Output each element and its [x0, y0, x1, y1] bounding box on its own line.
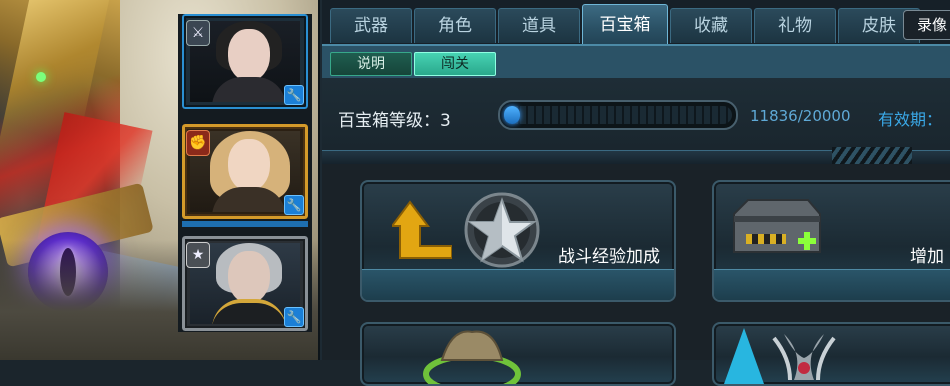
card-label: 战斗经验加成 [558, 247, 660, 267]
outfit [212, 299, 286, 324]
fist-emblem-icon: ✊ [186, 130, 210, 156]
treasure-exp-text: 11836/20000 [750, 107, 851, 125]
outfit [212, 77, 286, 102]
card-label: 增加 [910, 247, 944, 267]
validity-label: 有效期： [878, 110, 943, 129]
sub-tab-bar: 说明 闯关 [322, 44, 950, 78]
supply-sack-icon [423, 330, 521, 384]
tab-gifts[interactable]: 礼物 [754, 8, 836, 43]
tab-characters[interactable]: 角色 [414, 8, 496, 43]
tab-collection[interactable]: 收藏 [670, 8, 752, 43]
reward-card-chest[interactable]: 增加 [712, 180, 950, 302]
sword-emblem-icon: ⚔ [186, 20, 210, 46]
wings-emblem-icon [724, 328, 836, 384]
character-slot-list: ⚔ 🔧 ✊ 🔧 ★ 🔧 [178, 14, 312, 332]
xp-boost-star-icon [464, 192, 540, 268]
record-button[interactable]: 录像 [903, 10, 950, 40]
card-band [362, 269, 674, 300]
face [228, 139, 270, 191]
wrench-icon[interactable]: 🔧 [284, 85, 304, 105]
treasure-exp-progress [498, 100, 738, 130]
face [228, 29, 270, 81]
progress-track [504, 106, 732, 124]
reward-card-supply[interactable] [360, 322, 676, 386]
tab-bar: 武器 角色 道具 百宝箱 收藏 礼物 皮肤 录像 [322, 0, 950, 45]
chest-plus-icon [733, 199, 821, 253]
tab-items[interactable]: 道具 [498, 8, 580, 43]
reward-card-xp-boost[interactable]: 战斗经验加成 [360, 180, 676, 302]
inventory-panel: 武器 角色 道具 百宝箱 收藏 礼物 皮肤 录像 说明 闯关 百宝箱等级：3 1… [318, 0, 950, 386]
reward-card-grid: 战斗经验加成 增加 [322, 164, 950, 386]
treasure-level-label: 百宝箱等级：3 [338, 111, 451, 131]
progress-fill [504, 106, 520, 124]
character-slot-2[interactable]: ✊ 🔧 [182, 124, 308, 219]
slot-selection-bar [182, 221, 308, 227]
tab-weapons[interactable]: 武器 [330, 8, 412, 43]
face [228, 251, 270, 303]
up-arrow-icon [392, 200, 452, 259]
subtab-challenge[interactable]: 闯关 [414, 52, 496, 76]
wrench-icon[interactable]: 🔧 [284, 195, 304, 215]
glowing-eye [36, 72, 46, 82]
subtab-description[interactable]: 说明 [330, 52, 412, 76]
treasure-level-row: 百宝箱等级：3 11836/20000 有效期： [322, 78, 950, 150]
tab-treasure-box[interactable]: 百宝箱 [582, 4, 668, 45]
reward-card-emblem[interactable] [712, 322, 950, 386]
character-slot-3[interactable]: ★ 🔧 [182, 236, 308, 331]
star-emblem-icon: ★ [186, 242, 210, 268]
card-band [714, 269, 950, 300]
wrench-icon[interactable]: 🔧 [284, 307, 304, 327]
character-slot-1[interactable]: ⚔ 🔧 [182, 14, 308, 109]
